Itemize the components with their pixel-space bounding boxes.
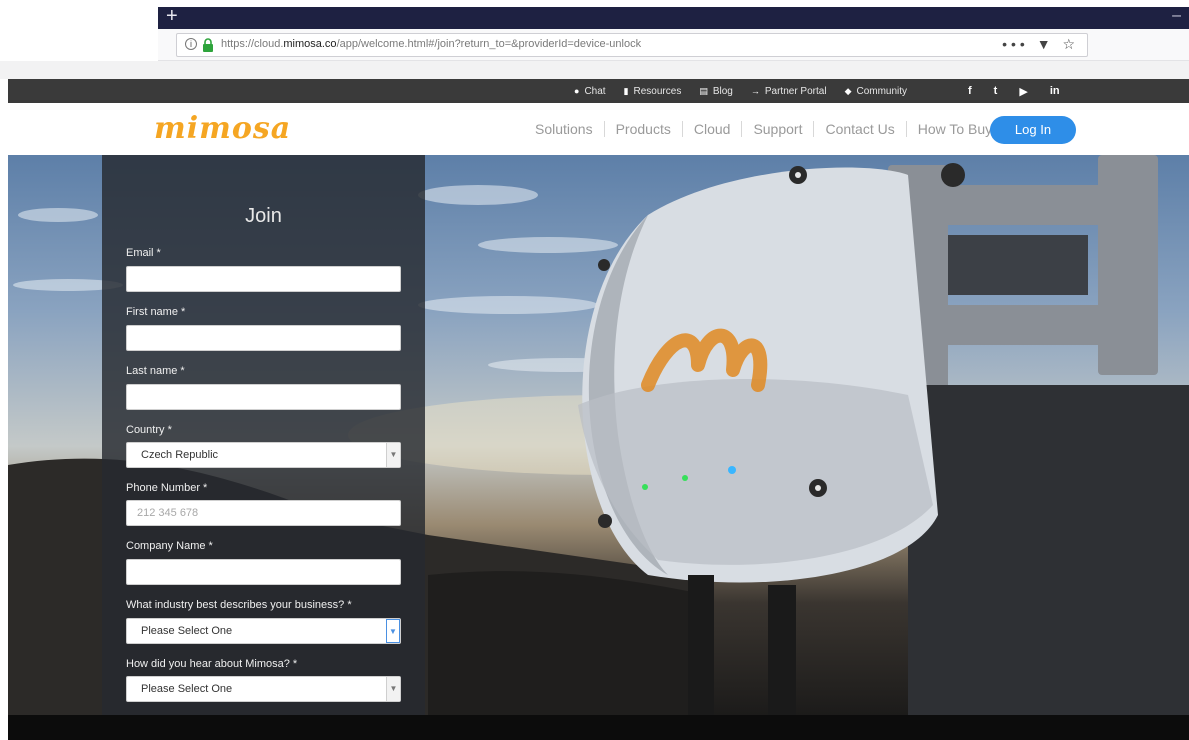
industry-select[interactable]: Please Select One ▼ xyxy=(126,618,401,644)
nav-cloud[interactable]: Cloud xyxy=(683,121,743,137)
topbar-link-resources[interactable]: ▮ Resources xyxy=(624,86,682,97)
pocket-icon[interactable]: ▼ xyxy=(1037,36,1055,52)
url-text: https://cloud.mimosa.co/app/welcome.html… xyxy=(221,38,642,50)
site-topbar: ● Chat ▮ Resources ▤ Blog → Partner Portal ◆… xyxy=(8,79,1189,103)
topbar-links: ● Chat ▮ Resources ▤ Blog → Partner Portal ◆… xyxy=(574,79,907,103)
country-value: Czech Republic xyxy=(141,449,219,461)
chevron-down-icon[interactable]: ▼ xyxy=(386,443,400,467)
country-select[interactable]: Czech Republic ▼ xyxy=(126,442,401,468)
topbar-link-blog[interactable]: ▤ Blog xyxy=(699,86,733,97)
address-bar[interactable]: i https://cloud.mimosa.co/app/welcome.ht… xyxy=(176,33,1088,57)
chevron-down-icon[interactable]: ▼ xyxy=(386,677,400,701)
login-button[interactable]: Log In xyxy=(990,116,1076,144)
browser-tabstrip: + – xyxy=(158,5,1189,29)
email-field[interactable] xyxy=(126,266,401,292)
facebook-icon[interactable]: f xyxy=(968,85,972,97)
phone-field[interactable] xyxy=(126,500,401,526)
topbar-link-chat[interactable]: ● Chat xyxy=(574,86,606,97)
nav-contact-us[interactable]: Contact Us xyxy=(814,121,907,137)
topbar-link-label: Resources xyxy=(633,85,682,97)
linkedin-icon[interactable]: in xyxy=(1050,85,1060,97)
phone-label: Phone Number * xyxy=(126,482,208,494)
nav-solutions[interactable]: Solutions xyxy=(524,121,605,137)
topbar-link-label: Partner Portal xyxy=(764,85,827,97)
company-field[interactable] xyxy=(126,559,401,585)
nav-support[interactable]: Support xyxy=(742,121,815,137)
social-links: f t ▶ in xyxy=(968,79,1060,103)
topbar-link-partner-portal[interactable]: → Partner Portal xyxy=(751,86,827,97)
footer-strip xyxy=(8,715,1189,740)
last-name-field[interactable] xyxy=(126,384,401,410)
browser-toolbar: i https://cloud.mimosa.co/app/welcome.ht… xyxy=(158,29,1189,61)
url-actions: ••• ▼ ☆ xyxy=(1002,36,1079,53)
twitter-icon[interactable]: t xyxy=(994,85,998,97)
chrome-gap xyxy=(0,61,1189,79)
chat-icon: ● xyxy=(574,86,580,96)
company-label: Company Name * xyxy=(126,540,213,552)
hear-about-value: Please Select One xyxy=(141,683,233,695)
minimize-icon[interactable]: – xyxy=(1172,5,1181,27)
hear-about-label: How did you hear about Mimosa? * xyxy=(126,658,298,670)
book-icon: ▮ xyxy=(623,85,629,96)
lock-icon xyxy=(203,38,213,52)
mimosa-logo[interactable]: mimosa xyxy=(154,111,291,146)
users-icon: ◆ xyxy=(844,85,852,96)
first-name-label: First name * xyxy=(126,306,186,318)
youtube-icon[interactable]: ▶ xyxy=(1019,85,1027,98)
industry-value: Please Select One xyxy=(141,625,233,637)
email-label: Email * xyxy=(126,247,161,259)
nav-how-to-buy[interactable]: How To Buy xyxy=(907,121,1003,137)
new-tab-icon[interactable]: + xyxy=(166,5,178,27)
hear-about-select[interactable]: Please Select One ▼ xyxy=(126,676,401,702)
sign-in-icon: → xyxy=(750,86,760,96)
topbar-link-label: Community xyxy=(856,85,908,97)
main-nav: Solutions Products Cloud Support Contact… xyxy=(524,121,1003,137)
info-icon[interactable]: i xyxy=(185,38,197,50)
country-label: Country * xyxy=(126,424,172,436)
industry-label: What industry best describes your busine… xyxy=(126,599,352,611)
bookmark-star-icon[interactable]: ☆ xyxy=(1062,36,1079,52)
chevron-down-icon[interactable]: ▼ xyxy=(386,619,400,643)
join-form-panel: Join Email * First name * Last name * Co… xyxy=(102,155,425,715)
topbar-link-label: Blog xyxy=(712,85,733,97)
first-name-field[interactable] xyxy=(126,325,401,351)
topbar-link-community[interactable]: ◆ Community xyxy=(845,86,908,97)
newspaper-icon: ▤ xyxy=(699,85,708,96)
topbar-link-label: Chat xyxy=(584,85,606,97)
more-actions-icon[interactable]: ••• xyxy=(1002,36,1029,52)
last-name-label: Last name * xyxy=(126,365,185,377)
nav-products[interactable]: Products xyxy=(605,121,683,137)
join-title: Join xyxy=(245,205,282,227)
site-navbar: mimosa Solutions Products Cloud Support … xyxy=(8,103,1189,155)
